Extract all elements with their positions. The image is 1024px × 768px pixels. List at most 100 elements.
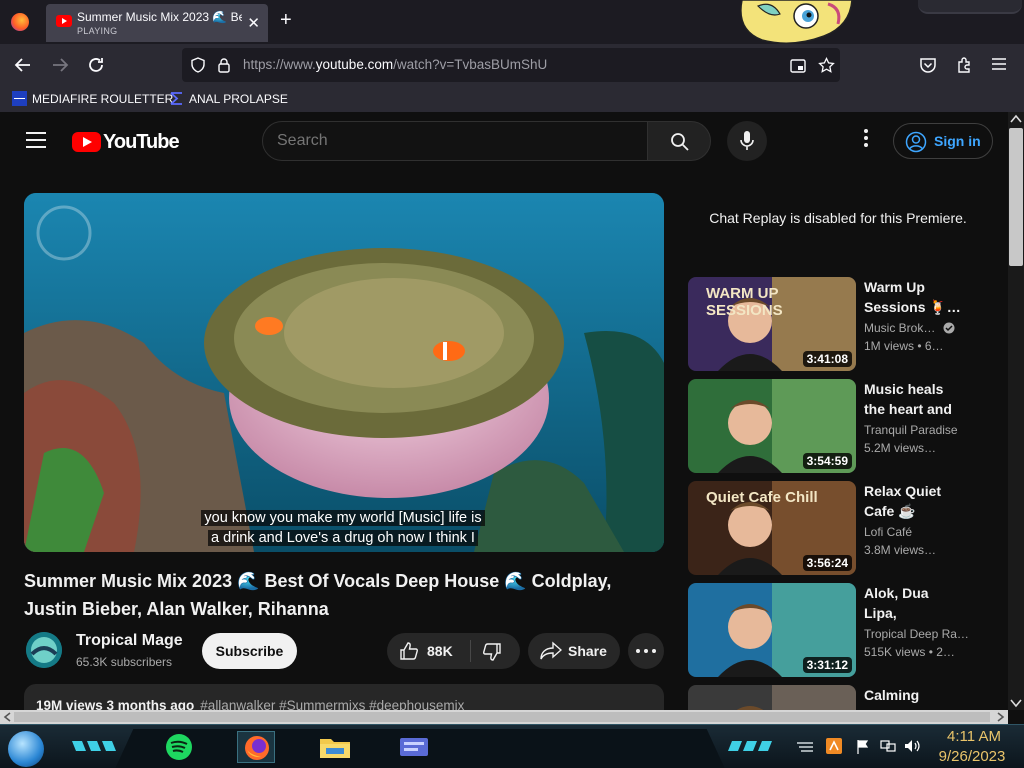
lock-icon[interactable] <box>217 57 231 73</box>
screen: Summer Music Mix 2023 🌊 Best Of Vocals D… <box>0 0 1024 768</box>
recommendation-item[interactable]: 3:31:12 Alok, Dua Lipa, Coldplay,… Tropica… <box>688 583 988 679</box>
like-count[interactable]: 88K <box>427 643 453 659</box>
recommendation-thumbnail[interactable]: Quiet Cafe Chill 3:56:24 <box>688 481 856 575</box>
share-arrow-icon <box>540 641 562 660</box>
new-tab-button[interactable]: + <box>280 9 292 32</box>
microphone-icon <box>740 131 754 150</box>
caption-line-1: you know you make my world [Music] life … <box>201 510 485 526</box>
network-icon[interactable] <box>880 739 896 753</box>
taskbar-clock-time[interactable]: 4:11 AM <box>934 728 1014 745</box>
settings-more-icon[interactable] <box>858 129 874 153</box>
action-center-flag-icon[interactable] <box>856 739 870 754</box>
scroll-right-arrow-icon[interactable] <box>995 712 1005 722</box>
shield-icon[interactable] <box>190 57 206 73</box>
video-title: Summer Music Mix 2023 🌊 Best Of Vocals D… <box>24 571 612 619</box>
taskbar-decoration-left-icon <box>72 741 116 751</box>
address-bar[interactable]: https://www.youtube.com/watch?v=TvbasBUm… <box>182 48 840 82</box>
browser-tab-strip: Summer Music Mix 2023 🌊 Best Of Vocals D… <box>0 0 1024 44</box>
search-icon <box>671 133 689 151</box>
show-hidden-icons-icon[interactable] <box>795 741 815 753</box>
taskbar-clock-date[interactable]: 9/26/2023 <box>930 748 1014 765</box>
sigma-favicon-icon <box>170 92 182 105</box>
vertical-scrollbar-thumb[interactable] <box>1009 128 1023 266</box>
recommendation-item[interactable]: Quiet Cafe Chill 3:56:24 Relax Quiet Cafe … <box>688 481 988 577</box>
app-menu-icon[interactable] <box>991 57 1007 71</box>
control-panel-taskbar-icon[interactable] <box>395 731 433 763</box>
account-icon <box>905 131 927 153</box>
search-input[interactable] <box>277 132 627 150</box>
recommendation-channel[interactable]: Music Brok… <box>864 321 955 335</box>
tab-close-icon[interactable]: ✕ <box>247 14 260 32</box>
like-thumb-up-icon[interactable] <box>399 641 419 661</box>
mediafire-favicon-icon <box>12 91 27 106</box>
subscriber-count: 65.3K subscribers <box>76 655 173 669</box>
video-duration: 3:41:08 <box>802 351 852 367</box>
recommendation-thumbnail[interactable]: 3:54:59 <box>688 379 856 473</box>
file-explorer-taskbar-icon[interactable] <box>316 731 354 763</box>
search-box[interactable] <box>262 121 648 161</box>
bookmarks-toolbar: MEDIAFIRE ROULETTER ANAL PROLAPSE <box>0 86 1024 112</box>
recommendation-thumbnail[interactable]: 3:31:12 <box>688 583 856 677</box>
active-tab[interactable]: Summer Music Mix 2023 🌊 Best Of Vocals D… <box>46 4 268 42</box>
recommendation-channel[interactable]: Lofi Café <box>864 525 912 539</box>
youtube-header: YouTube Sign in <box>0 112 1008 170</box>
scroll-up-arrow-icon[interactable] <box>1010 114 1022 124</box>
bookmark-label: ANAL PROLAPSE <box>189 92 288 106</box>
recommendation-title[interactable]: Alok, Dua Lipa, Coldplay,… <box>864 583 964 623</box>
recommendation-thumbnail[interactable]: WARM UP SESSIONS 3:41:08 <box>688 277 856 371</box>
recommendation-channel[interactable]: Tropical Deep Ra… <box>864 627 969 641</box>
recommendation-title[interactable]: Music heals the heart and blo… <box>864 379 964 419</box>
dislike-thumb-down-icon[interactable] <box>482 642 502 662</box>
os-taskbar: 4:11 AM 9/26/2023 <box>0 724 1024 768</box>
chat-replay-notice: Chat Replay is disabled for this Premier… <box>709 210 967 226</box>
search-button[interactable] <box>647 121 711 161</box>
video-duration: 3:56:24 <box>802 555 852 571</box>
caption-line-2: a drink and Love's a drug oh now I think… <box>208 530 478 546</box>
scroll-down-arrow-icon[interactable] <box>1010 698 1022 708</box>
video-duration: 3:54:59 <box>802 453 852 469</box>
like-dislike-group: 88K <box>387 633 520 669</box>
firefox-taskbar-icon[interactable] <box>237 731 275 763</box>
recommendation-item[interactable]: 3:54:59 Music heals the heart and blo… Tra… <box>688 379 988 475</box>
bookmark-label: MEDIAFIRE ROULETTER <box>32 92 174 106</box>
reload-icon[interactable] <box>87 56 105 74</box>
tab-playing-label: PLAYING <box>77 26 118 36</box>
guide-menu-icon[interactable] <box>26 132 46 148</box>
channel-name[interactable]: Tropical Mage <box>76 632 183 650</box>
sign-in-button[interactable]: Sign in <box>893 123 993 159</box>
recommendation-channel[interactable]: Tranquil Paradise <box>864 423 958 437</box>
start-orb-icon[interactable] <box>8 731 44 767</box>
recommendation-title[interactable]: Relax Quiet Cafe ☕ Cozy… <box>864 481 964 521</box>
like-divider <box>470 640 471 662</box>
extensions-icon[interactable] <box>955 56 973 74</box>
bookmark-second[interactable]: ANAL PROLAPSE <box>169 91 288 106</box>
share-button[interactable]: Share <box>528 633 620 669</box>
more-actions-button[interactable] <box>628 633 664 669</box>
tray-app-icon[interactable] <box>826 738 842 754</box>
pocket-icon[interactable] <box>919 56 937 74</box>
back-arrow-icon[interactable] <box>14 56 32 74</box>
channel-avatar[interactable] <box>26 632 62 668</box>
subscribe-button[interactable]: Subscribe <box>202 633 297 669</box>
window-controls[interactable] <box>918 0 1022 14</box>
recommendation-item[interactable]: WARM UP SESSIONS 3:41:08 Warm Up Sessions … <box>688 277 988 373</box>
picture-in-picture-icon[interactable] <box>790 58 806 74</box>
sign-in-label: Sign in <box>934 133 981 149</box>
recommendation-title[interactable]: Warm Up Sessions 🍹… <box>864 277 964 317</box>
scroll-left-arrow-icon[interactable] <box>3 712 13 722</box>
more-horizontal-icon <box>636 649 656 653</box>
recommendation-meta: 3.8M views… <box>864 543 937 557</box>
bookmark-mediafire-rouletter[interactable]: MEDIAFIRE ROULETTER <box>12 91 173 106</box>
firefox-menu-icon[interactable] <box>11 13 29 31</box>
video-player[interactable] <box>24 193 664 552</box>
horizontal-scrollbar-thumb[interactable] <box>14 712 990 722</box>
spotify-taskbar-icon[interactable] <box>160 731 198 763</box>
bookmark-star-icon[interactable] <box>818 57 835 74</box>
volume-icon[interactable] <box>904 739 922 753</box>
verified-check-icon <box>943 322 955 334</box>
thumbnail-text: WARM UP SESSIONS <box>706 285 783 319</box>
youtube-play-logo-icon <box>72 132 101 152</box>
voice-search-button[interactable] <box>727 121 767 161</box>
forward-arrow-icon[interactable] <box>51 56 69 74</box>
url-text[interactable]: https://www.youtube.com/watch?v=TvbasBUm… <box>243 57 547 72</box>
